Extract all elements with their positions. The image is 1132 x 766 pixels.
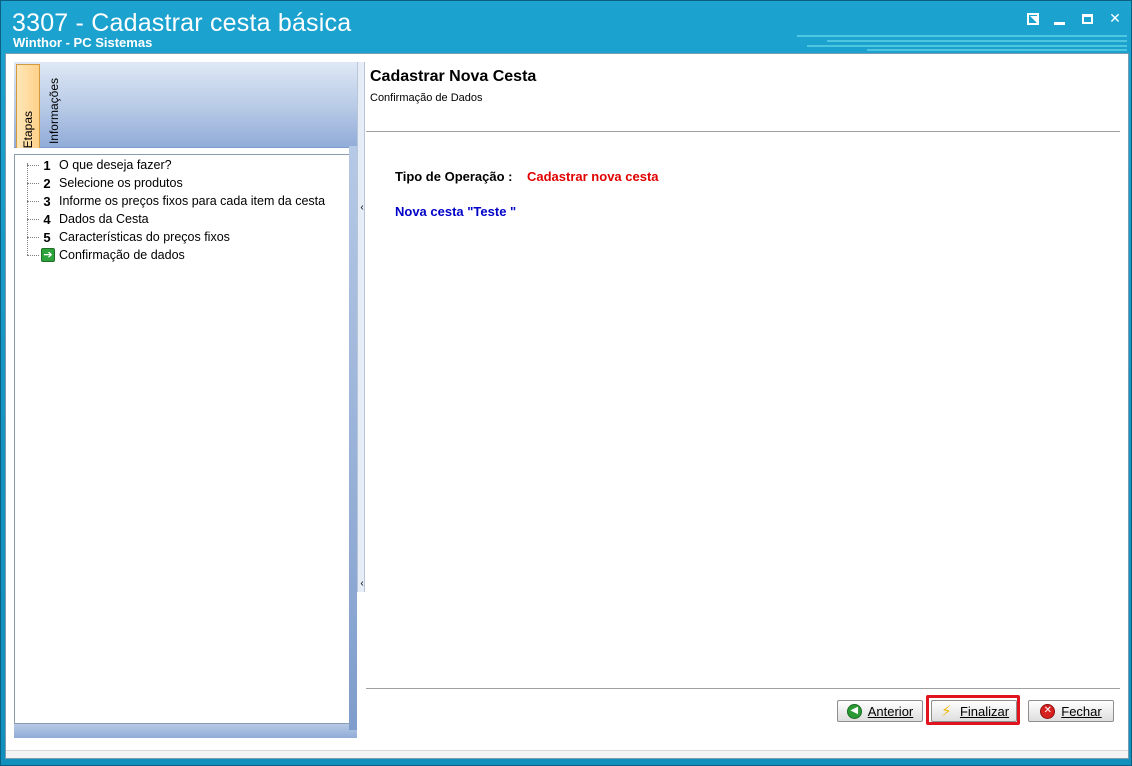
back-arrow-icon: ◀ [846, 703, 862, 719]
tab-informacoes-label: Informações [47, 77, 61, 144]
fechar-button[interactable]: ✕ Fechar [1028, 700, 1114, 722]
step-label: Confirmação de dados [59, 248, 185, 262]
finalizar-button-label: Finalizar [959, 703, 1010, 719]
content-panel: Cadastrar Nova Cesta Confirmação de Dado… [366, 54, 1120, 760]
step-label: Selecione os produtos [59, 176, 183, 190]
title-bar[interactable]: 3307 - Cadastrar cesta básica Winthor - … [1, 1, 1131, 51]
page-subtitle: Confirmação de Dados [370, 92, 483, 104]
divider [366, 688, 1120, 690]
tab-etapas[interactable]: Etapas [16, 64, 40, 148]
step-item-2[interactable]: 2 Selecione os produtos [15, 174, 345, 192]
steps-panel: Etapas Informações 1 O que deseja fazer?… [14, 62, 357, 738]
close-icon[interactable]: ✕ [1107, 11, 1123, 27]
basket-description: Nova cesta "Teste " [395, 204, 517, 219]
green-arrow-icon: ➔ [41, 248, 55, 262]
close-circle-icon: ✕ [1040, 703, 1056, 719]
step-item-5[interactable]: 5 Características do preços fixos [15, 228, 345, 246]
divider [366, 131, 1120, 133]
page-title: Cadastrar Nova Cesta [370, 68, 537, 85]
lightning-icon: ⚡ [941, 702, 952, 720]
anterior-button[interactable]: ◀ Anterior [837, 700, 923, 722]
collapse-left-icon[interactable]: ‹ [358, 202, 366, 213]
operation-type-value: Cadastrar nova cesta [527, 169, 659, 184]
step-number: 2 [43, 175, 51, 191]
step-label: Características do preços fixos [59, 230, 230, 244]
step-number: 3 [43, 193, 51, 209]
tab-informacoes[interactable]: Informações [42, 64, 66, 144]
step-item-3[interactable]: 3 Informe os preços fixos para cada item… [15, 192, 345, 210]
step-number: 5 [43, 229, 51, 245]
window-subtitle: Winthor - PC Sistemas [13, 35, 153, 50]
steps-panel-header: Etapas Informações [14, 62, 357, 148]
window-title: 3307 - Cadastrar cesta básica [12, 9, 352, 37]
status-bar [6, 750, 1128, 758]
step-label: O que deseja fazer? [59, 158, 172, 172]
minimize-icon[interactable] [1051, 11, 1067, 27]
panel-splitter[interactable]: ‹ ‹ [357, 62, 365, 592]
maximize-icon[interactable] [1079, 11, 1095, 27]
steps-panel-footer [14, 724, 357, 738]
steps-tree: 1 O que deseja fazer? 2 Selecione os pro… [14, 154, 351, 724]
finalizar-button[interactable]: ⚡ Finalizar [931, 700, 1017, 722]
tab-etapas-label: Etapas [21, 110, 35, 148]
step-label: Dados da Cesta [59, 212, 149, 226]
collapse-left-icon[interactable]: ‹ [358, 578, 366, 589]
step-item-6[interactable]: ➔ Confirmação de dados [15, 246, 345, 264]
client-area: Etapas Informações 1 O que deseja fazer?… [5, 53, 1129, 759]
window-controls: ✕ [1027, 11, 1123, 27]
step-item-4[interactable]: 4 Dados da Cesta [15, 210, 345, 228]
operation-type-label: Tipo de Operação : [395, 169, 513, 184]
restore-icon[interactable] [1027, 13, 1039, 25]
step-item-1[interactable]: 1 O que deseja fazer? [15, 156, 345, 174]
step-number: 1 [43, 157, 51, 173]
application-window: 3307 - Cadastrar cesta básica Winthor - … [0, 0, 1132, 766]
fechar-button-label: Fechar [1061, 703, 1102, 719]
title-decoration [797, 33, 1127, 53]
panel-border-accent [349, 146, 357, 730]
anterior-button-label: Anterior [867, 703, 914, 719]
step-number: 4 [43, 211, 51, 227]
step-label: Informe os preços fixos para cada item d… [59, 194, 326, 208]
